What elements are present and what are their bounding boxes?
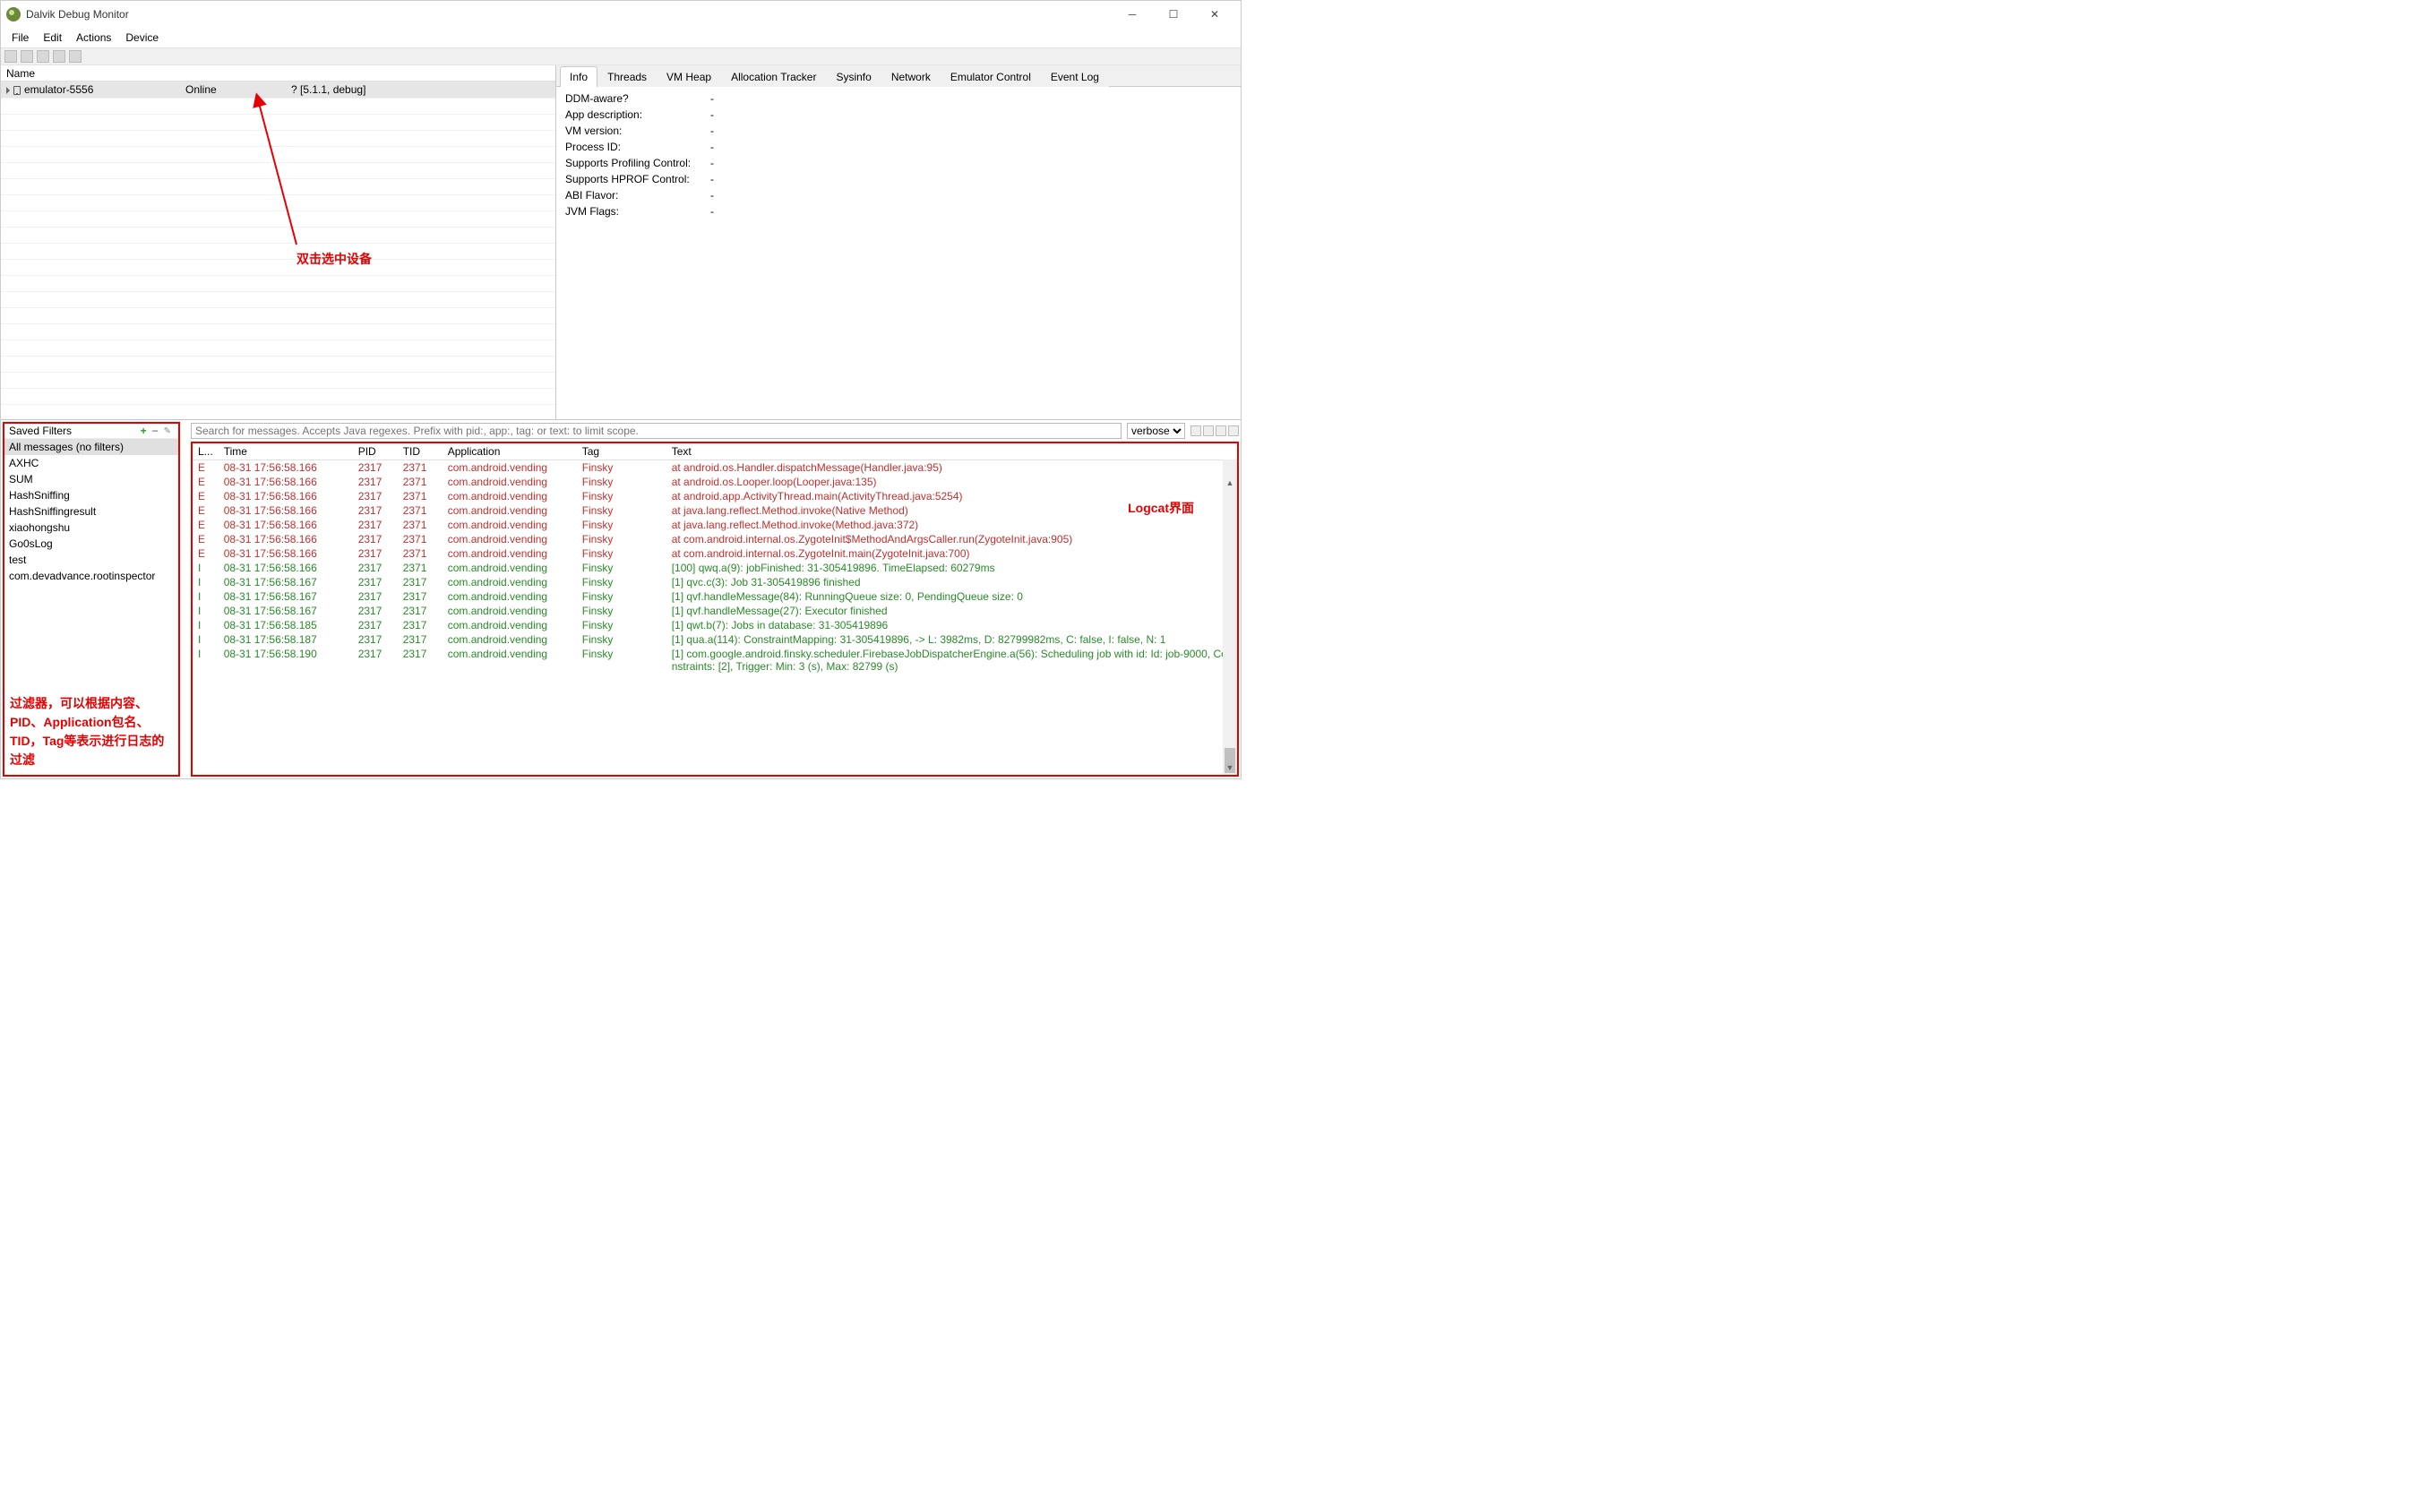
logcat-row[interactable]: I08-31 17:56:58.18523172317com.android.v… bbox=[193, 618, 1237, 632]
toolbar-button-3[interactable] bbox=[37, 50, 49, 63]
logcat-row[interactable]: I08-31 17:56:58.16723172317com.android.v… bbox=[193, 589, 1237, 604]
menu-file[interactable]: File bbox=[4, 30, 36, 46]
logcat-btn-4[interactable] bbox=[1228, 425, 1239, 436]
maximize-button[interactable]: ☐ bbox=[1153, 1, 1194, 28]
logcat-btn-1[interactable] bbox=[1190, 425, 1201, 436]
logcat-row[interactable]: E08-31 17:56:58.16623172371com.android.v… bbox=[193, 460, 1237, 476]
main-body: Name emulator-5556Online? [5.1.1, debug]… bbox=[1, 65, 1241, 778]
filters-header: Saved Filters + − ✎ bbox=[4, 424, 178, 439]
filters-title: Saved Filters bbox=[9, 425, 72, 437]
info-row: Process ID:- bbox=[565, 139, 1232, 155]
logcat-row[interactable]: E08-31 17:56:58.16623172371com.android.v… bbox=[193, 503, 1237, 518]
filters-annotation: 过滤器，可以根据内容、PID、Application包名、TID，Tag等表示进… bbox=[4, 689, 178, 775]
logcat-panel: Logcat界面 verbose L...TimePIDTID bbox=[191, 422, 1239, 777]
logcat-row[interactable]: I08-31 17:56:58.18723172317com.android.v… bbox=[193, 632, 1237, 647]
filter-item[interactable]: com.devadvance.rootinspector bbox=[4, 568, 178, 584]
filter-item[interactable]: Go0sLog bbox=[4, 536, 178, 552]
window-buttons: ─ ☐ ✕ bbox=[1112, 1, 1235, 28]
logcat-btn-2[interactable] bbox=[1203, 425, 1214, 436]
top-split: Name emulator-5556Online? [5.1.1, debug]… bbox=[1, 65, 1241, 420]
logcat-row[interactable]: E08-31 17:56:58.16623172371com.android.v… bbox=[193, 518, 1237, 532]
logcat-body: L...TimePIDTIDApplicationTagText E08-31 … bbox=[191, 442, 1239, 777]
tab-event-log[interactable]: Event Log bbox=[1041, 66, 1109, 87]
filter-item[interactable]: test bbox=[4, 552, 178, 568]
logcat-header[interactable]: PID bbox=[353, 443, 398, 460]
tabs: InfoThreadsVM HeapAllocation TrackerSysi… bbox=[556, 65, 1241, 87]
filter-item[interactable]: xiaohongshu bbox=[4, 520, 178, 536]
tab-emulator-control[interactable]: Emulator Control bbox=[941, 66, 1041, 87]
logcat-search-input[interactable] bbox=[191, 423, 1122, 439]
titlebar: Dalvik Debug Monitor ─ ☐ ✕ bbox=[1, 1, 1241, 28]
toolbar bbox=[1, 47, 1241, 65]
window-title: Dalvik Debug Monitor bbox=[26, 8, 129, 21]
filter-edit-icon[interactable]: ✎ bbox=[161, 426, 174, 436]
minimize-button[interactable]: ─ bbox=[1112, 1, 1153, 28]
info-row: Supports HPROF Control:- bbox=[565, 171, 1232, 187]
device-panel: Name emulator-5556Online? [5.1.1, debug]… bbox=[1, 65, 556, 419]
tab-vm-heap[interactable]: VM Heap bbox=[657, 66, 721, 87]
filter-item[interactable]: SUM bbox=[4, 471, 178, 487]
device-table: emulator-5556Online? [5.1.1, debug] bbox=[1, 82, 555, 419]
info-row: DDM-aware?- bbox=[565, 90, 1232, 107]
app-icon bbox=[6, 7, 21, 21]
scroll-down-icon[interactable]: ▼ bbox=[1223, 760, 1237, 775]
logcat-scrollbar[interactable]: ▲ ▼ bbox=[1223, 460, 1237, 775]
logcat-header[interactable]: TID bbox=[398, 443, 443, 460]
device-header: Name bbox=[1, 65, 555, 82]
filter-item[interactable]: HashSniffingresult bbox=[4, 503, 178, 520]
logcat-row[interactable]: E08-31 17:56:58.16623172371com.android.v… bbox=[193, 532, 1237, 546]
logcat-header[interactable]: Tag bbox=[577, 443, 666, 460]
logcat-row[interactable]: E08-31 17:56:58.16623172371com.android.v… bbox=[193, 475, 1237, 489]
logcat-level-select[interactable]: verbose bbox=[1127, 423, 1185, 439]
scroll-up-icon[interactable]: ▲ bbox=[1223, 476, 1237, 490]
toolbar-button-4[interactable] bbox=[53, 50, 65, 63]
toolbar-button-1[interactable] bbox=[4, 50, 17, 63]
menu-actions[interactable]: Actions bbox=[69, 30, 118, 46]
info-body: DDM-aware?-App description:-VM version:-… bbox=[556, 87, 1241, 419]
device-row[interactable]: emulator-5556Online? [5.1.1, debug] bbox=[1, 82, 555, 98]
tab-sysinfo[interactable]: Sysinfo bbox=[826, 66, 881, 87]
logcat-header[interactable]: Time bbox=[219, 443, 353, 460]
logcat-row[interactable]: E08-31 17:56:58.16623172371com.android.v… bbox=[193, 489, 1237, 503]
filter-item[interactable]: All messages (no filters) bbox=[4, 439, 178, 455]
info-row: Supports Profiling Control:- bbox=[565, 155, 1232, 171]
bottom-split: Saved Filters + − ✎ All messages (no fil… bbox=[1, 420, 1241, 778]
filters-panel: Saved Filters + − ✎ All messages (no fil… bbox=[3, 422, 180, 777]
logcat-header[interactable]: Text bbox=[666, 443, 1237, 460]
filters-list: All messages (no filters)AXHCSUMHashSnif… bbox=[4, 439, 178, 689]
logcat-row[interactable]: I08-31 17:56:58.16623172371com.android.v… bbox=[193, 561, 1237, 575]
filter-item[interactable]: HashSniffing bbox=[4, 487, 178, 503]
close-button[interactable]: ✕ bbox=[1194, 1, 1235, 28]
logcat-mini-buttons bbox=[1190, 425, 1239, 436]
info-row: App description:- bbox=[565, 107, 1232, 123]
tab-threads[interactable]: Threads bbox=[597, 66, 657, 87]
logcat-row[interactable]: E08-31 17:56:58.16623172371com.android.v… bbox=[193, 546, 1237, 561]
logcat-header[interactable]: Application bbox=[443, 443, 577, 460]
menubar: File Edit Actions Device bbox=[1, 28, 1241, 47]
app-window: Dalvik Debug Monitor ─ ☐ ✕ File Edit Act… bbox=[0, 0, 1242, 779]
logcat-row[interactable]: I08-31 17:56:58.19023172317com.android.v… bbox=[193, 647, 1237, 674]
info-row: VM version:- bbox=[565, 123, 1232, 139]
tab-info[interactable]: Info bbox=[560, 66, 597, 87]
menu-device[interactable]: Device bbox=[118, 30, 166, 46]
logcat-row[interactable]: I08-31 17:56:58.16723172317com.android.v… bbox=[193, 575, 1237, 589]
logcat-header[interactable]: L... bbox=[193, 443, 219, 460]
logcat-toolbar: verbose bbox=[191, 422, 1239, 440]
filter-remove-icon[interactable]: − bbox=[150, 425, 161, 437]
logcat-btn-3[interactable] bbox=[1216, 425, 1226, 436]
toolbar-button-2[interactable] bbox=[21, 50, 33, 63]
info-row: ABI Flavor:- bbox=[565, 187, 1232, 203]
tab-allocation-tracker[interactable]: Allocation Tracker bbox=[721, 66, 826, 87]
toolbar-button-5[interactable] bbox=[69, 50, 82, 63]
tab-network[interactable]: Network bbox=[881, 66, 941, 87]
menu-edit[interactable]: Edit bbox=[36, 30, 69, 46]
filter-add-icon[interactable]: + bbox=[138, 425, 150, 437]
info-panel: InfoThreadsVM HeapAllocation TrackerSysi… bbox=[556, 65, 1241, 419]
info-row: JVM Flags:- bbox=[565, 203, 1232, 219]
filter-item[interactable]: AXHC bbox=[4, 455, 178, 471]
logcat-row[interactable]: I08-31 17:56:58.16723172317com.android.v… bbox=[193, 604, 1237, 618]
